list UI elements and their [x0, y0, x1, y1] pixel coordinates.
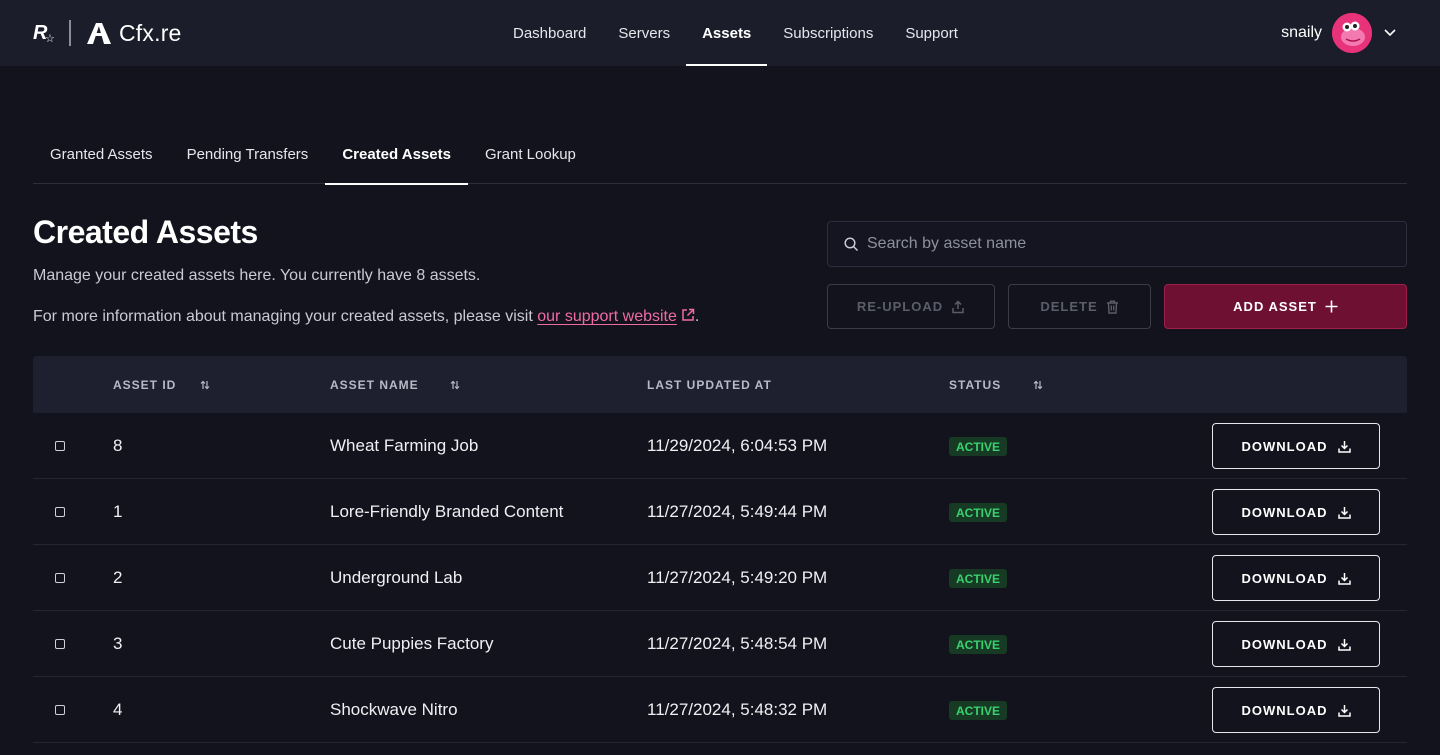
table-row: 2 Underground Lab 11/27/2024, 5:49:20 PM… — [33, 545, 1407, 611]
download-label: DOWNLOAD — [1241, 504, 1328, 520]
last-updated: 11/29/2024, 6:04:53 PM — [647, 436, 828, 455]
row-checkbox[interactable] — [55, 705, 65, 715]
nav-servers[interactable]: Servers — [602, 0, 686, 66]
nav-assets[interactable]: Assets — [686, 0, 768, 66]
search-input[interactable] — [867, 235, 1387, 253]
column-asset-id[interactable]: ASSET ID — [113, 356, 210, 413]
add-asset-label: ADD ASSET — [1233, 299, 1317, 314]
table-row: 3 Cute Puppies Factory 11/27/2024, 5:48:… — [33, 611, 1407, 677]
download-button[interactable]: DOWNLOAD — [1212, 687, 1380, 733]
nav-dashboard[interactable]: Dashboard — [497, 0, 602, 66]
download-icon — [1337, 572, 1351, 585]
download-label: DOWNLOAD — [1241, 636, 1328, 652]
asset-name: Cute Puppies Factory — [330, 634, 494, 653]
asset-id: 2 — [113, 568, 123, 587]
table-row: 8 Wheat Farming Job 11/29/2024, 6:04:53 … — [33, 413, 1407, 479]
avatar — [1332, 13, 1372, 53]
delete-label: DELETE — [1040, 299, 1098, 314]
reupload-label: RE-UPLOAD — [856, 299, 944, 314]
last-updated: 11/27/2024, 5:48:32 PM — [647, 700, 828, 719]
plus-icon — [1325, 300, 1338, 313]
last-updated: 11/27/2024, 5:48:54 PM — [647, 634, 828, 653]
asset-name: Lore-Friendly Branded Content — [330, 502, 564, 521]
download-label: DOWNLOAD — [1241, 702, 1328, 718]
download-button[interactable]: DOWNLOAD — [1212, 555, 1380, 601]
more-info-prefix: For more information about managing your… — [33, 308, 538, 325]
column-asset-name-label: ASSET NAME — [330, 377, 419, 392]
status-badge: ACTIVE — [949, 569, 1008, 588]
user-name: snaily — [1281, 24, 1322, 41]
support-link-label: our support website — [537, 308, 677, 325]
top-navigation-bar: R ☆ Cfx.re Dashboard Servers Assets Subsc… — [0, 0, 1440, 66]
row-checkbox[interactable] — [55, 441, 65, 451]
download-icon — [1337, 638, 1351, 651]
download-icon — [1337, 440, 1351, 453]
search-box — [827, 221, 1407, 267]
more-info-suffix: . — [694, 308, 700, 325]
sort-icon — [450, 380, 460, 389]
last-updated: 11/27/2024, 5:49:44 PM — [647, 502, 828, 521]
user-menu[interactable]: snaily — [1281, 13, 1396, 53]
support-website-link[interactable]: our support website — [537, 308, 695, 325]
download-label: DOWNLOAD — [1241, 438, 1328, 454]
add-asset-button[interactable]: ADD ASSET — [1164, 284, 1407, 329]
row-checkbox[interactable] — [55, 507, 65, 517]
rockstar-logo-icon: R ☆ — [33, 21, 55, 45]
page-description: Manage your created assets here. You cur… — [33, 267, 481, 284]
upload-icon — [952, 299, 964, 313]
main-nav: Dashboard Servers Assets Subscriptions S… — [497, 0, 974, 66]
table-row: 1 Lore-Friendly Branded Content 11/27/20… — [33, 479, 1407, 545]
table-header: ASSET ID ASSET NAME LAST UPDATED AT STAT… — [33, 356, 1407, 413]
row-checkbox[interactable] — [55, 639, 65, 649]
brand[interactable]: R ☆ Cfx.re — [33, 18, 182, 48]
tab-pending-transfers[interactable]: Pending Transfers — [170, 124, 326, 184]
asset-name: Wheat Farming Job — [330, 436, 479, 455]
download-label: DOWNLOAD — [1241, 570, 1328, 586]
column-status[interactable]: STATUS — [949, 356, 1043, 413]
status-badge: ACTIVE — [949, 503, 1008, 522]
asset-id: 1 — [113, 502, 123, 521]
chevron-down-icon — [1384, 29, 1396, 37]
sort-icon — [1033, 380, 1043, 389]
download-icon — [1337, 506, 1351, 519]
trash-icon — [1106, 300, 1118, 314]
download-icon — [1337, 704, 1351, 717]
cfx-logo-icon — [87, 23, 111, 44]
row-checkbox[interactable] — [55, 573, 65, 583]
more-info-text: For more information about managing your… — [33, 308, 699, 326]
asset-id: 3 — [113, 634, 123, 653]
download-button[interactable]: DOWNLOAD — [1212, 489, 1380, 535]
tab-granted-assets[interactable]: Granted Assets — [33, 124, 170, 184]
nav-support[interactable]: Support — [889, 0, 974, 66]
column-last-updated: LAST UPDATED AT — [647, 356, 772, 413]
table-row: 4 Shockwave Nitro 11/27/2024, 5:48:32 PM… — [33, 677, 1407, 743]
last-updated: 11/27/2024, 5:49:20 PM — [647, 568, 828, 587]
brand-name: Cfx.re — [119, 19, 182, 46]
column-asset-id-label: ASSET ID — [113, 377, 177, 392]
status-badge: ACTIVE — [949, 635, 1008, 654]
reupload-button[interactable]: RE-UPLOAD — [827, 284, 995, 329]
brand-divider — [69, 20, 71, 46]
page-title: Created Assets — [33, 214, 258, 250]
status-badge: ACTIVE — [949, 701, 1008, 720]
asset-name: Shockwave Nitro — [330, 700, 458, 719]
status-badge: ACTIVE — [949, 437, 1008, 456]
column-asset-name[interactable]: ASSET NAME — [330, 356, 460, 413]
asset-tabs: Granted Assets Pending Transfers Created… — [33, 124, 1407, 185]
tab-grant-lookup[interactable]: Grant Lookup — [468, 124, 593, 184]
column-last-updated-label: LAST UPDATED AT — [647, 377, 772, 392]
delete-button[interactable]: DELETE — [1008, 284, 1151, 329]
search-icon — [844, 236, 859, 251]
download-button[interactable]: DOWNLOAD — [1212, 621, 1380, 667]
asset-id: 8 — [113, 436, 123, 455]
asset-name: Underground Lab — [330, 568, 463, 587]
sort-icon — [200, 380, 210, 389]
tab-created-assets[interactable]: Created Assets — [325, 124, 468, 185]
column-status-label: STATUS — [949, 377, 1002, 392]
nav-subscriptions[interactable]: Subscriptions — [767, 0, 889, 66]
download-button[interactable]: DOWNLOAD — [1212, 423, 1380, 469]
asset-id: 4 — [113, 700, 123, 719]
external-link-icon — [682, 308, 695, 321]
